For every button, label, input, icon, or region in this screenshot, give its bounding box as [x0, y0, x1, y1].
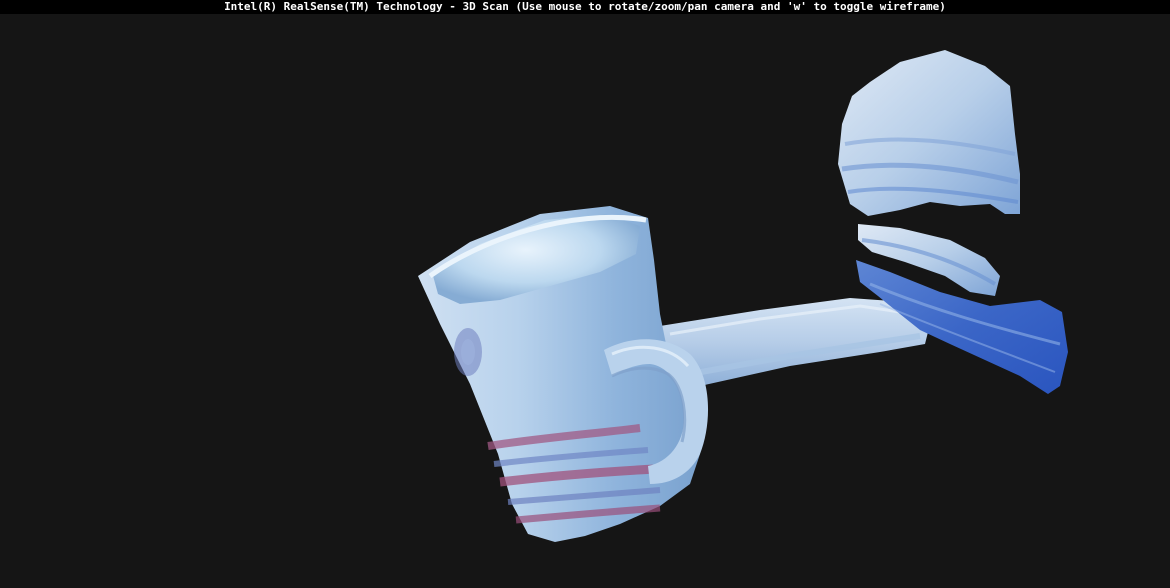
3d-viewport[interactable] — [0, 14, 1170, 588]
scanned-mug-mesh[interactable] — [418, 206, 709, 542]
app-window: Intel(R) RealSense(TM) Technology - 3D S… — [0, 0, 1170, 588]
window-title: Intel(R) RealSense(TM) Technology - 3D S… — [0, 0, 1170, 14]
